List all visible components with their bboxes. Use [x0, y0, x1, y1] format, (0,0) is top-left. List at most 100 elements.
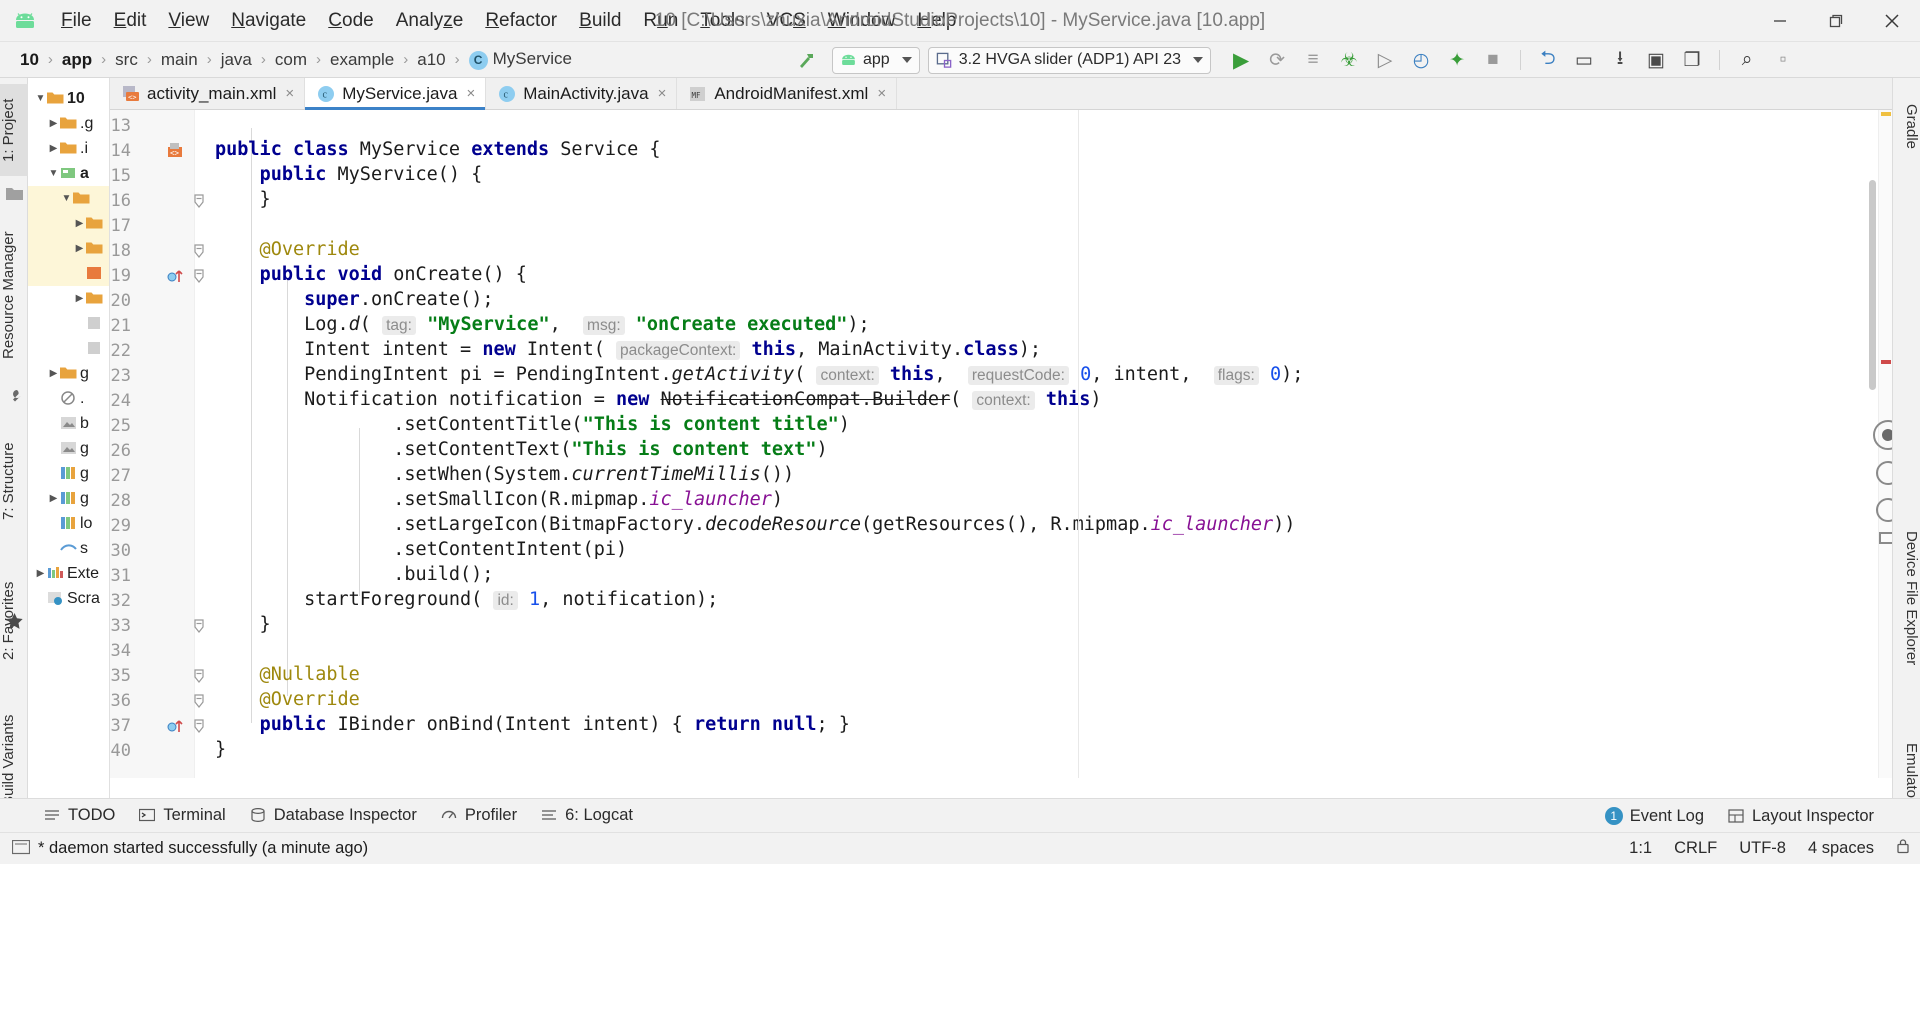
run-coverage-icon[interactable]: ✦ [1441, 45, 1473, 75]
tree-expand-arrow-icon[interactable]: ▶ [34, 568, 47, 579]
breadcrumb-item-main[interactable]: main [159, 48, 200, 72]
code-line[interactable]: } [215, 737, 226, 762]
tree-expand-arrow-icon[interactable]: ▶ [73, 218, 86, 229]
project-tree-row[interactable]: lo [28, 511, 109, 536]
code-line[interactable]: @Nullable [215, 662, 360, 687]
project-tree-row[interactable]: . [28, 386, 109, 411]
code-line[interactable]: .setContentIntent(pi) [215, 537, 627, 562]
code-line[interactable]: public class MyService extends Service { [215, 137, 661, 162]
code-line[interactable]: .setContentText("This is content text") [215, 437, 827, 462]
code-editor[interactable]: 13 14 15 16 17 18 19 20 21 22 23 24 25 26 27 28 29 30 31 32… [110, 110, 1892, 778]
device-selector[interactable]: 3.2 HVGA slider (ADP1) API 23 [927, 46, 1212, 74]
sidebar-item-project[interactable]: 1: Project [0, 84, 28, 176]
run-button[interactable]: ▶ [1225, 45, 1257, 75]
project-tree-row[interactable]: ▼ [28, 186, 109, 211]
code-line[interactable]: .build(); [215, 562, 493, 587]
layout-inspector-icon[interactable]: ▣ [1640, 45, 1672, 75]
attach-debugger-icon[interactable]: ▷ [1369, 45, 1401, 75]
code-fold-icon[interactable] [192, 191, 206, 213]
avd-manager-icon[interactable]: ▭ [1568, 45, 1600, 75]
project-tree-row[interactable]: b [28, 411, 109, 436]
close-button[interactable] [1864, 0, 1920, 42]
message-icon[interactable] [11, 839, 31, 858]
project-tree-row[interactable]: Scra [28, 586, 109, 611]
code-line[interactable]: public void onCreate() { [215, 262, 527, 287]
apply-code-changes-icon[interactable]: ≡ [1297, 45, 1329, 75]
project-tree-row[interactable]: ▶ .g [28, 111, 109, 136]
code-line[interactable]: Log.d( tag: "MyService", msg: "onCreate … [215, 312, 870, 337]
breadcrumb-item-a10[interactable]: a10 [415, 48, 447, 72]
project-tree-row[interactable]: g [28, 461, 109, 486]
breadcrumb-item-myservice[interactable]: C MyService [467, 47, 574, 72]
project-tree-row[interactable]: ▶ g [28, 486, 109, 511]
run-configuration-selector[interactable]: app [832, 46, 920, 74]
tool-window-event-log[interactable]: 1 Event Log [1595, 807, 1718, 826]
minimize-button[interactable] [1752, 0, 1808, 42]
project-tree-row[interactable]: ▶ [28, 236, 109, 261]
class-marker-icon[interactable]: <> [166, 141, 188, 163]
apply-changes-icon[interactable]: ⟳ [1261, 45, 1293, 75]
breadcrumb-item-10[interactable]: 10 [18, 48, 41, 72]
code-fold-icon[interactable] [192, 666, 206, 688]
profiler-icon[interactable]: ◴ [1405, 45, 1437, 75]
breadcrumb-item-app[interactable]: app [60, 48, 94, 72]
editor-scrollbar[interactable] [1869, 180, 1876, 390]
project-tree-row[interactable]: s [28, 536, 109, 561]
project-tree-row[interactable]: ▶ g [28, 361, 109, 386]
line-separator[interactable]: CRLF [1674, 839, 1717, 858]
code-line[interactable]: public MyService() { [215, 162, 483, 187]
search-icon[interactable]: ⌕ [1731, 45, 1763, 75]
code-line[interactable]: Intent intent = new Intent( packageConte… [215, 337, 1041, 362]
project-tree-row[interactable] [28, 311, 109, 336]
code-fold-icon[interactable] [192, 616, 206, 638]
device-file-explorer-icon[interactable]: ❐ [1676, 45, 1708, 75]
caret-position[interactable]: 1:1 [1629, 839, 1652, 858]
breadcrumb-item-com[interactable]: com [273, 48, 309, 72]
menu-item-navigate[interactable]: Navigate [220, 6, 317, 36]
profile-icon[interactable]: ▫ [1767, 45, 1799, 75]
menu-item-edit[interactable]: Edit [103, 6, 158, 36]
editor-tab-androidmanifest-xml[interactable]: MF AndroidManifest.xml × [677, 78, 898, 109]
status-message[interactable]: * daemon started successfully (a minute … [38, 839, 368, 858]
code-line[interactable]: } [215, 187, 271, 212]
sdk-manager-icon[interactable]: ⭳ [1604, 45, 1636, 75]
editor-gutter[interactable]: 13 14 15 16 17 18 19 20 21 22 23 24 25 26 27 28 29 30 31 32… [110, 110, 204, 778]
breadcrumb-item-src[interactable]: src [113, 48, 140, 72]
tree-expand-arrow-icon[interactable]: ▶ [73, 243, 86, 254]
menu-item-refactor[interactable]: Refactor [474, 6, 568, 36]
tree-expand-arrow-icon[interactable]: ▶ [47, 493, 60, 504]
menu-item-build[interactable]: Build [568, 6, 632, 36]
breadcrumb-item-java[interactable]: java [219, 48, 254, 72]
code-line[interactable]: @Override [215, 687, 360, 712]
sidebar-item-structure[interactable]: 7: Structure [0, 416, 28, 546]
code-content[interactable]: public class MyService extends Service {… [215, 110, 1892, 778]
code-line[interactable]: PendingIntent pi = PendingIntent.getActi… [215, 362, 1303, 387]
menu-item-analyze[interactable]: Analyze [385, 6, 475, 36]
tool-window-layout-inspector[interactable]: Layout Inspector [1718, 807, 1888, 826]
restore-button[interactable] [1808, 0, 1864, 42]
code-line[interactable]: Notification notification = new Notifica… [215, 387, 1102, 412]
tool-window-todo[interactable]: TODO [34, 806, 129, 825]
tree-expand-arrow-icon[interactable]: ▶ [47, 143, 60, 154]
project-tree-row[interactable]: ▶ [28, 211, 109, 236]
tree-expand-arrow-icon[interactable]: ▶ [73, 293, 86, 304]
sidebar-item-gradle[interactable]: Gradle [1892, 84, 1920, 170]
breadcrumb-item-example[interactable]: example [328, 48, 396, 72]
tree-expand-arrow-icon[interactable]: ▼ [60, 193, 73, 204]
tree-expand-arrow-icon[interactable]: ▼ [47, 168, 60, 179]
close-icon[interactable]: × [285, 85, 294, 102]
code-line[interactable]: .setSmallIcon(R.mipmap.ic_launcher) [215, 487, 783, 512]
editor-tab-activity_main-xml[interactable]: <> activity_main.xml × [110, 78, 306, 109]
tree-expand-arrow-icon[interactable]: ▶ [47, 118, 60, 129]
tool-window-database-inspector[interactable]: Database Inspector [240, 806, 431, 825]
code-line[interactable]: } [215, 612, 271, 637]
project-tree-row[interactable]: ▶ .i [28, 136, 109, 161]
stop-button[interactable]: ■ [1477, 45, 1509, 75]
menu-item-file[interactable]: File [50, 6, 103, 36]
sidebar-item-device-file-explorer[interactable]: Device File Explorer [1892, 498, 1920, 698]
override-method-icon[interactable] [166, 716, 188, 738]
code-line[interactable]: public IBinder onBind(Intent intent) { r… [215, 712, 850, 737]
project-tree-row[interactable] [28, 261, 109, 286]
code-line[interactable]: @Override [215, 237, 360, 262]
code-line[interactable]: .setLargeIcon(BitmapFactory.decodeResour… [215, 512, 1295, 537]
